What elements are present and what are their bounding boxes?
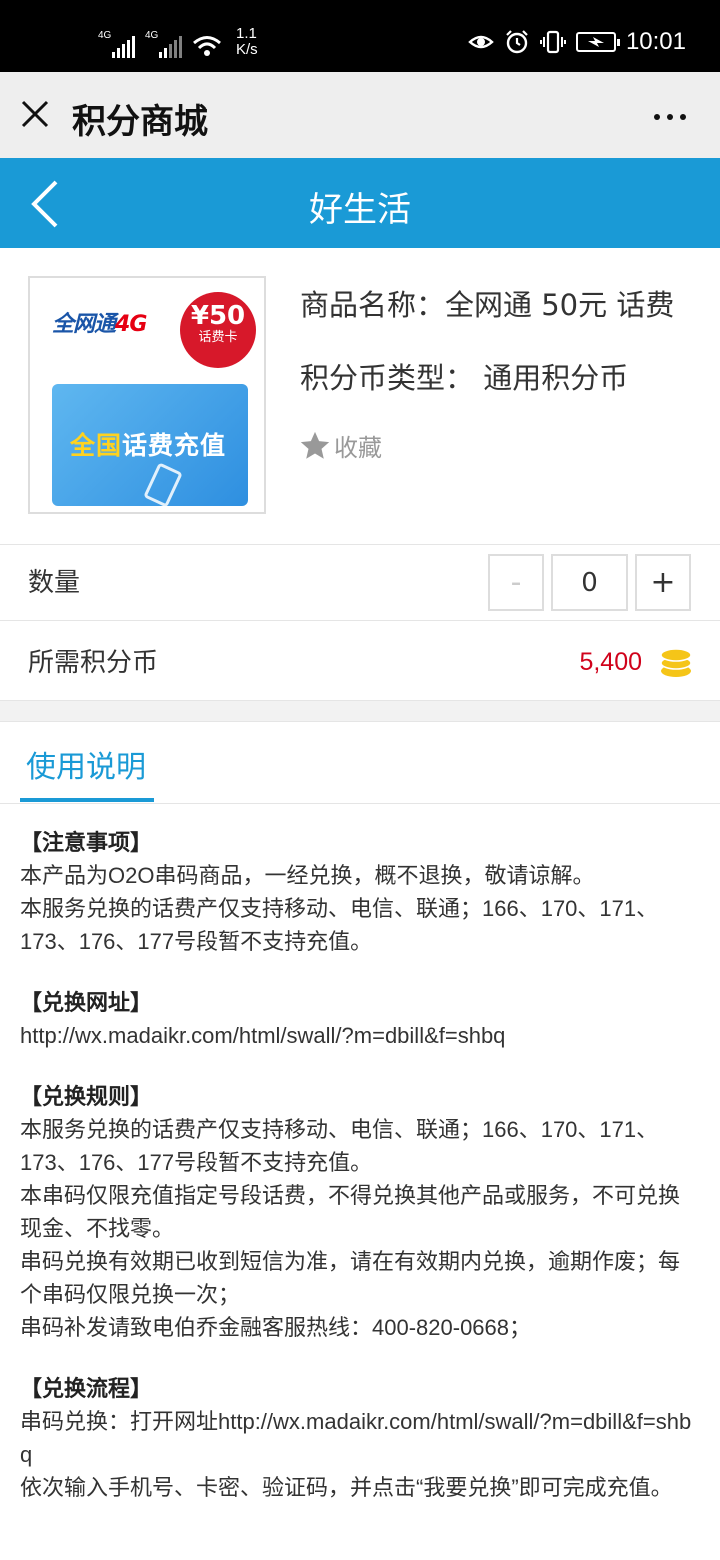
signal-icon: 4G [145, 30, 182, 58]
tab-active-indicator [20, 798, 154, 802]
section-header: 好生活 [0, 158, 720, 248]
tab-instructions[interactable]: 使用说明 [26, 742, 146, 786]
network-type-label: 4G [98, 30, 112, 41]
network-type-label: 4G [145, 30, 159, 41]
paragraph: 本服务兑换的话费产仅支持移动、电信、联通；166、170、171、173、176… [20, 896, 659, 954]
coin-stack-icon [660, 648, 692, 677]
redeem-url: http://wx.madaikr.com/html/swall/?m=dbil… [20, 1023, 506, 1048]
quantity-label: 数量 [28, 568, 81, 598]
phone-graphic [143, 462, 183, 506]
paragraph: 串码兑换：打开网址http://wx.madaikr.com/html/swal… [20, 1409, 692, 1467]
speed-value: 1.1 [236, 25, 257, 42]
page-title: 积分商城 [72, 102, 208, 142]
close-icon[interactable] [20, 99, 50, 129]
product-name: 商品名称：全网通 50元 话费 [300, 288, 675, 322]
battery-icon [575, 32, 620, 52]
favorite-button[interactable]: 收藏 [298, 428, 382, 463]
paragraph: 本串码仅限充值指定号段话费，不得兑换其他产品或服务，不可兑换现金、不找零。 [20, 1183, 681, 1241]
status-left: 4G 4G 1.1 K/s [98, 26, 258, 58]
badge-subtitle: 话费卡 [198, 330, 238, 345]
quantity-stepper: - 0 + [488, 554, 691, 611]
divider [0, 544, 720, 545]
section-heading: 【兑换网址】 [20, 990, 153, 1015]
divider [0, 620, 720, 621]
signal-icon: 4G [98, 30, 135, 58]
star-icon [300, 431, 330, 459]
recharge-card-graphic: 全国话费充值 [52, 384, 248, 506]
more-menu-icon[interactable] [654, 114, 686, 120]
favorite-label: 收藏 [334, 434, 382, 462]
paragraph: 本产品为O2O串码商品，一经兑换，概不退换，敬请谅解。 [20, 863, 595, 888]
badge-amount: ¥50 [190, 301, 246, 331]
increment-button[interactable]: + [635, 554, 691, 611]
eye-icon [468, 35, 494, 49]
paragraph: 串码补发请致电伯乔金融客服热线：400-820-0668； [20, 1315, 532, 1340]
paragraph: 串码兑换有效期已收到短信为准，请在有效期内兑换，逾期作废；每个串码仅限兑换一次； [20, 1249, 681, 1307]
instructions-content: 【注意事项】 本产品为O2O串码商品，一经兑换，概不退换，敬请谅解。 本服务兑换… [20, 826, 700, 1504]
network-speed: 1.1 K/s [236, 26, 258, 58]
app-titlebar: 积分商城 [0, 72, 720, 158]
section-heading: 【注意事项】 [20, 830, 153, 855]
points-value: 5,400 [579, 648, 642, 676]
section-heading: 【兑换流程】 [20, 1376, 153, 1401]
clock: 10:01 [625, 28, 686, 55]
status-right: 10:01 [468, 28, 686, 56]
divider [0, 803, 720, 804]
coin-type: 积分币类型： 通用积分币 [300, 361, 629, 395]
wifi-icon [193, 36, 221, 56]
section-separator [0, 700, 720, 722]
paragraph: 依次输入手机号、卡密、验证码，并点击“我要兑换”即可完成充值。 [20, 1475, 673, 1500]
alarm-icon [506, 30, 528, 54]
section-heading: 【兑换规则】 [20, 1084, 153, 1109]
vibrate-icon [539, 30, 566, 54]
product-image: 全网通4G ¥50 话费卡 全国话费充值 [28, 276, 266, 514]
speed-unit: K/s [236, 41, 258, 58]
decrement-button[interactable]: - [488, 554, 544, 611]
quantity-value[interactable]: 0 [551, 554, 628, 611]
status-bar: 4G 4G 1.1 K/s 10:01 [0, 0, 720, 72]
card-caption: 全国话费充值 [70, 431, 227, 460]
header-title: 好生活 [309, 190, 411, 230]
price-badge: ¥50 话费卡 [180, 292, 256, 368]
points-label: 所需积分币 [28, 648, 159, 678]
product-image-brand: 全网通4G [52, 312, 147, 337]
paragraph: 本服务兑换的话费产仅支持移动、电信、联通；166、170、171、173、176… [20, 1117, 659, 1175]
